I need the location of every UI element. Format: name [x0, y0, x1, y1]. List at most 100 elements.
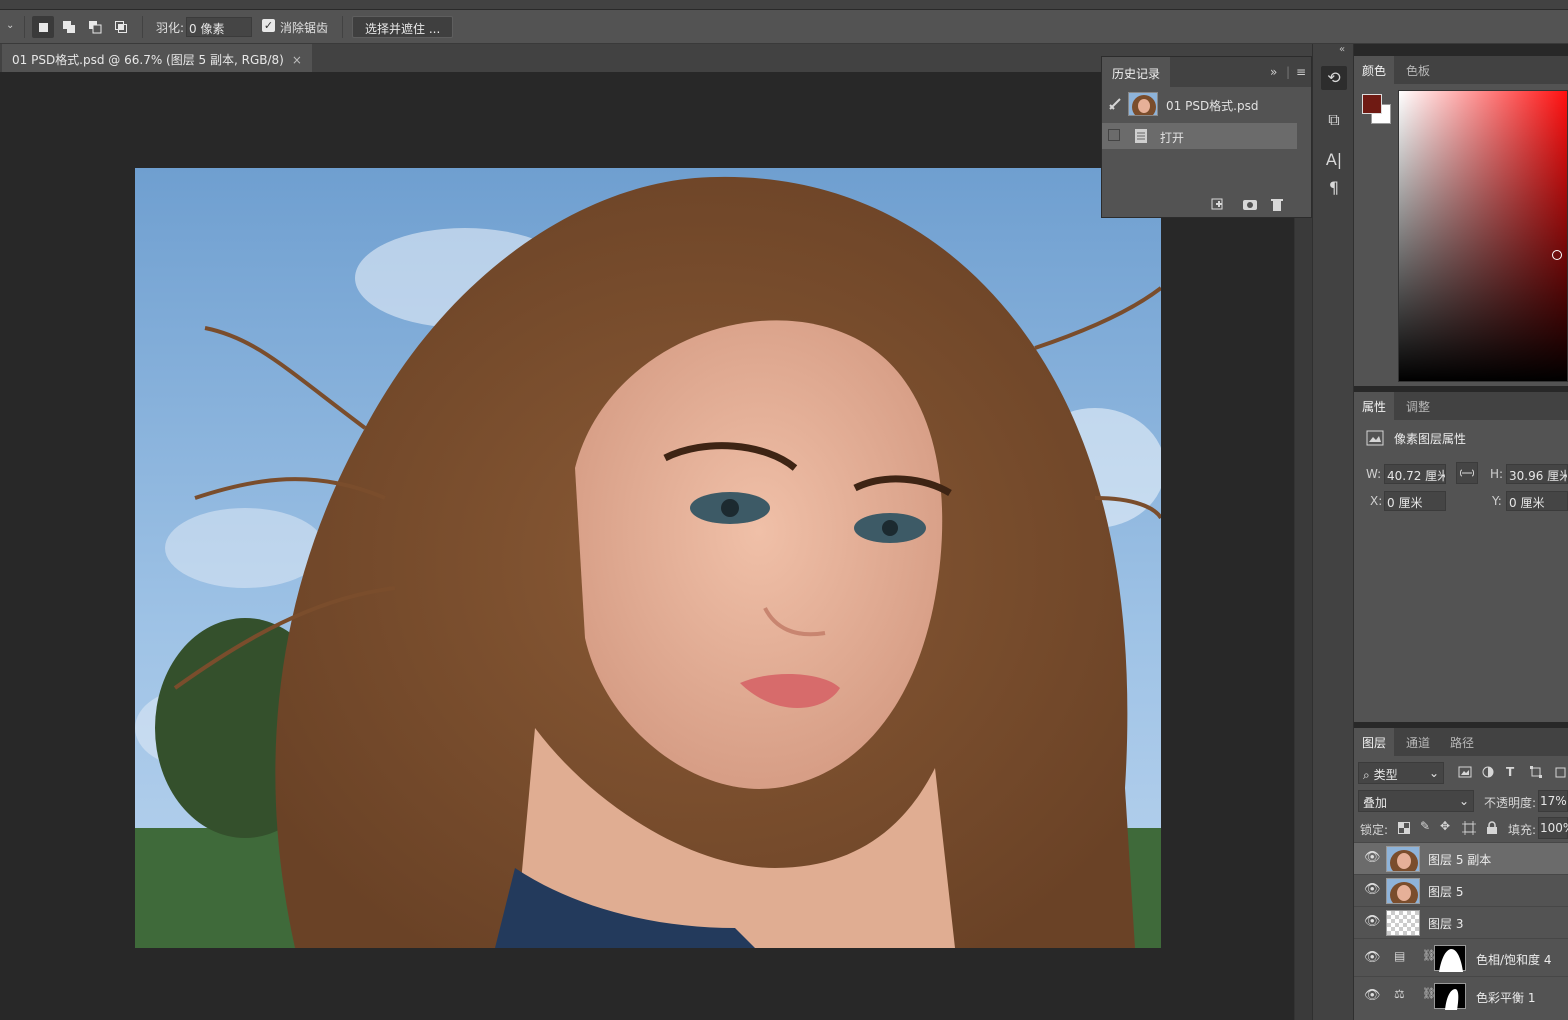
layer-filter-dropdown[interactable]: ⌕ 类型 ⌄	[1358, 762, 1444, 784]
lock-label: 锁定:	[1360, 823, 1389, 837]
layer-thumbnail	[1386, 878, 1420, 904]
layer-thumbnail	[1386, 846, 1420, 872]
layer-name: 色彩平衡 1	[1476, 991, 1536, 1005]
new-document-from-state-icon[interactable]	[1210, 197, 1226, 211]
transparent-layer-thumbnail	[1386, 910, 1420, 936]
layer-mask-thumbnail[interactable]	[1434, 983, 1466, 1010]
visibility-eye-icon[interactable]: 👁	[1364, 851, 1381, 865]
lock-artboard-icon[interactable]	[1462, 821, 1476, 835]
filter-pixel-icon[interactable]	[1458, 766, 1472, 778]
height-input[interactable]: 30.96 厘米	[1506, 464, 1568, 484]
history-brush-source-checkbox[interactable]	[1108, 129, 1120, 141]
layers-panel: 图层 通道 路径 ⌕ 类型 ⌄ T 叠加 ⌄ 不透明度: 17% 锁定: ✎ ✥…	[1354, 728, 1568, 1020]
menu-bar-edge	[0, 0, 1568, 10]
new-selection-icon	[38, 22, 48, 32]
snapshot-thumbnail-image	[1129, 93, 1157, 115]
layer-name: 图层 5 副本	[1428, 853, 1492, 867]
filter-type-icon[interactable]: T	[1506, 765, 1514, 779]
subtract-selection-mode-button[interactable]	[84, 16, 106, 38]
layer-row[interactable]: 👁 图层 5	[1354, 874, 1568, 906]
camera-snapshot-icon[interactable]	[1242, 197, 1258, 211]
add-selection-icon	[63, 21, 75, 33]
antialias-checkbox[interactable]: ✓	[262, 19, 275, 32]
tab-paths[interactable]: 路径	[1442, 728, 1482, 756]
new-selection-mode-button[interactable]	[32, 16, 54, 38]
snapshot-name: 01 PSD格式.psd	[1166, 99, 1259, 113]
tab-properties[interactable]: 属性	[1354, 392, 1395, 420]
add-to-selection-mode-button[interactable]	[58, 16, 80, 38]
y-input[interactable]: 0 厘米	[1506, 491, 1568, 511]
feather-input[interactable]: 0 像素	[186, 17, 252, 37]
paragraph-panel-icon[interactable]: ¶	[1321, 176, 1347, 200]
color-picker-handle[interactable]	[1552, 250, 1562, 260]
color-panel: 颜色 色板	[1354, 56, 1568, 386]
lock-all-icon[interactable]	[1486, 821, 1498, 835]
history-snapshot-row[interactable]: 01 PSD格式.psd	[1102, 91, 1297, 117]
history-state-row[interactable]: 打开	[1102, 123, 1297, 149]
lock-position-icon[interactable]: ✥	[1440, 819, 1450, 833]
visibility-eye-icon[interactable]: 👁	[1364, 915, 1381, 929]
chevron-down-icon: ⌄	[1458, 794, 1469, 808]
expand-panels-icon[interactable]: «	[1339, 44, 1345, 55]
clone-source-icon[interactable]: ⧉	[1321, 108, 1347, 132]
color-picker-field[interactable]	[1398, 90, 1568, 382]
tab-layers[interactable]: 图层	[1354, 728, 1395, 756]
opacity-label: 不透明度:	[1484, 796, 1537, 810]
history-brush-source-icon[interactable]	[1108, 97, 1122, 111]
document-tab-title: 01 PSD格式.psd @ 66.7% (图层 5 副本, RGB/8)	[12, 53, 284, 67]
blend-mode-dropdown[interactable]: 叠加 ⌄	[1358, 790, 1474, 812]
antialias-label: 消除锯齿	[280, 21, 329, 35]
visibility-eye-icon[interactable]: 👁	[1364, 883, 1381, 897]
visibility-eye-icon[interactable]: 👁	[1364, 951, 1381, 965]
layer-row[interactable]: 👁 ▤ ⛓ 色相/饱和度 4	[1354, 938, 1568, 976]
link-dimensions-icon[interactable]	[1456, 462, 1478, 484]
visibility-eye-icon[interactable]: 👁	[1364, 989, 1381, 1003]
character-panel-icon[interactable]: A|	[1321, 148, 1347, 172]
layer-thumbnail-image	[1387, 847, 1419, 871]
collapsed-panels-strip: « ⟲ ⧉ A| ¶	[1312, 44, 1354, 1020]
properties-panel: 属性 调整 像素图层属性 W: 40.72 厘米 H: 30.96 厘米 X: …	[1354, 392, 1568, 722]
x-label: X:	[1370, 494, 1383, 508]
select-and-mask-button[interactable]: 选择并遮住 ...	[352, 16, 454, 38]
layer-row[interactable]: 👁 图层 5 副本	[1354, 842, 1568, 874]
close-tab-icon[interactable]: ×	[292, 53, 302, 67]
filter-adjustment-icon[interactable]	[1482, 766, 1494, 778]
tab-adjustments[interactable]: 调整	[1398, 392, 1438, 420]
chevron-down-icon: ⌄	[1428, 766, 1439, 780]
history-panel-icon[interactable]: ⟲	[1321, 66, 1347, 90]
options-bar: ⌄ 羽化: 0 像素 ✓ 消除锯齿 选择并遮住 ...	[0, 10, 1568, 44]
blend-mode-value: 叠加	[1363, 796, 1388, 810]
collapse-panel-icon[interactable]: »	[1270, 65, 1277, 79]
trash-icon[interactable]	[1270, 197, 1284, 211]
fill-input[interactable]: 100%	[1538, 817, 1568, 839]
history-state-label: 打开	[1160, 131, 1185, 145]
document-canvas-image[interactable]	[135, 168, 1161, 948]
opacity-input[interactable]: 17%	[1538, 790, 1568, 812]
layer-mask-thumbnail[interactable]	[1434, 945, 1466, 972]
width-input[interactable]: 40.72 厘米	[1384, 464, 1446, 484]
filter-shape-icon[interactable]	[1530, 766, 1542, 778]
lock-image-pixels-icon[interactable]: ✎	[1420, 819, 1430, 833]
history-panel: 历史记录 » | ≡ 01 PSD格式.psd 打开	[1101, 56, 1312, 218]
layer-thumbnail-image	[1387, 879, 1419, 903]
layer-row[interactable]: 👁 图层 3	[1354, 906, 1568, 938]
tab-color[interactable]: 颜色	[1354, 56, 1395, 84]
history-tab[interactable]: 历史记录	[1102, 57, 1171, 87]
tab-channels[interactable]: 通道	[1398, 728, 1438, 756]
tool-preset-dropdown-icon[interactable]: ⌄	[6, 20, 14, 31]
intersect-selection-mode-button[interactable]	[110, 16, 132, 38]
foreground-color-swatch[interactable]	[1362, 94, 1382, 114]
layer-row[interactable]: 👁 ⚖ ⛓ 色彩平衡 1	[1354, 976, 1568, 1016]
intersect-selection-icon	[115, 21, 127, 33]
fill-label: 填充:	[1508, 823, 1537, 837]
panel-menu-icon[interactable]: ≡	[1296, 65, 1306, 79]
document-tab[interactable]: 01 PSD格式.psd @ 66.7% (图层 5 副本, RGB/8) ×	[2, 44, 312, 72]
x-input[interactable]: 0 厘米	[1384, 491, 1446, 511]
lock-transparent-pixels-icon[interactable]	[1398, 822, 1410, 834]
feather-label: 羽化:	[156, 21, 185, 35]
tab-swatches[interactable]: 色板	[1398, 56, 1438, 84]
subtract-selection-icon	[89, 21, 102, 34]
divider: |	[1286, 65, 1291, 79]
color-balance-adjustment-icon: ⚖	[1394, 987, 1405, 1001]
filter-smart-object-icon[interactable]	[1554, 766, 1566, 778]
